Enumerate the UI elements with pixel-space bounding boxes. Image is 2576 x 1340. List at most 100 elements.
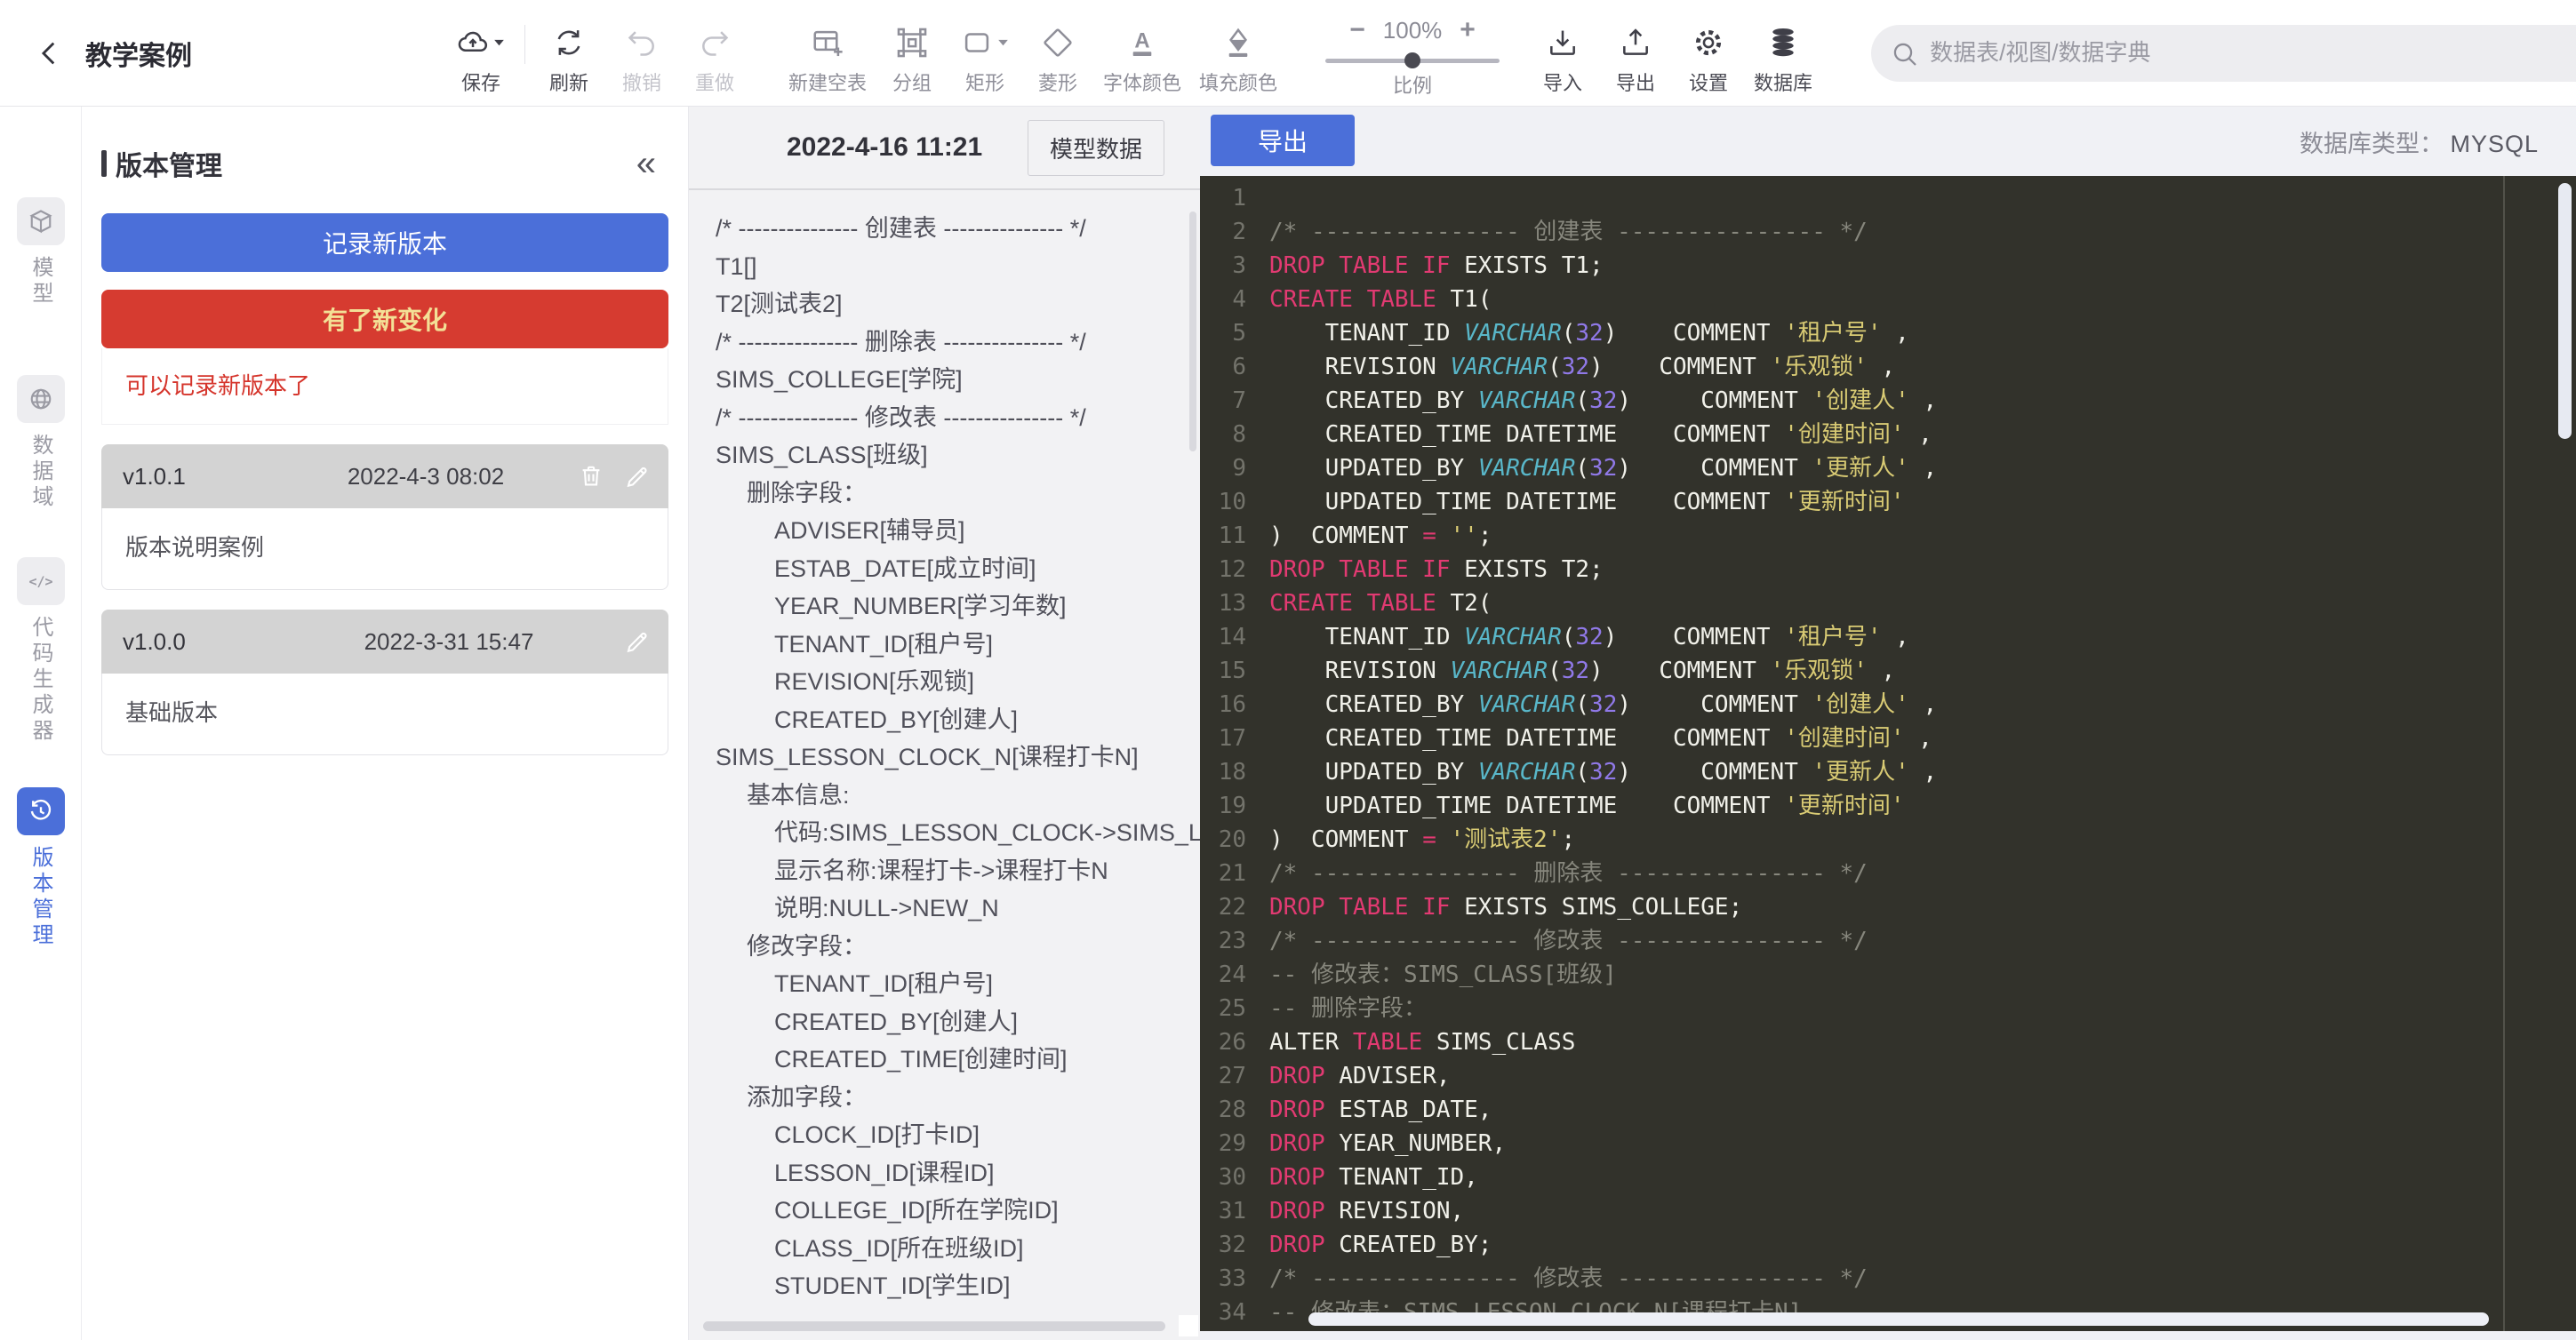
version-card-header[interactable]: v1.0.1 2022-4-3 08:02 [101,444,668,508]
toolbar-import-button[interactable]: 导入 [1535,11,1590,96]
code-token: REVISION [1269,658,1451,684]
code-line: 21 /* --------------- 删除表 --------------… [1200,857,2576,890]
diff-scrollbar-horizontal[interactable] [703,1321,1165,1331]
back-button[interactable] [30,34,69,73]
toolbar-save-button[interactable]: 保存 [453,11,508,96]
version-card: v1.0.1 2022-4-3 08:02 版本说明案例 [101,444,668,590]
code-token: ) COMMENT [1617,691,1812,718]
line-number: 10 [1200,485,1269,519]
code-token: 32 [1562,354,1589,380]
toolbar-redo-button[interactable]: 重做 [687,11,742,96]
edit-version-icon[interactable] [624,463,651,490]
toolbar-fill-color-label: 填充颜色 [1199,68,1277,96]
line-number: 26 [1200,1025,1269,1059]
line-number: 13 [1200,586,1269,620]
zoom-out-button[interactable]: − [1349,17,1365,44]
diff-line: CREATED_TIME[创建时间] [716,1041,1200,1079]
code-token: ( [1562,624,1576,650]
toolbar-rect-label: 矩形 [965,68,1004,96]
zoom-in-button[interactable]: + [1460,17,1476,44]
code-scrollbar-horizontal[interactable] [1308,1312,2489,1326]
toolbar-undo-button[interactable]: 撤销 [614,11,669,96]
sidebar-item-label: 代码生成器 [25,616,56,745]
code-token: ( [1548,658,1562,684]
code-token: 32 [1589,387,1617,414]
toolbar-database-button[interactable]: 数据库 [1754,11,1812,96]
diff-line: T2[测试表2] [716,285,1200,323]
line-number: 18 [1200,755,1269,789]
toolbar-settings-button[interactable]: 设置 [1681,11,1736,96]
code-line: 26 ALTER TABLE SIMS_CLASS [1200,1025,2576,1059]
line-number: 9 [1200,451,1269,485]
code-token: , [1909,387,1937,414]
diff-line: 说明:NULL->NEW_N [716,889,1200,928]
toolbar-font-color-button[interactable]: A 字体颜色 [1103,11,1181,96]
sidebar-item-version-management[interactable]: 版本管理 [17,787,65,949]
code-line: 20 ) COMMENT = '测试表2'; [1200,823,2576,857]
diff-line: 基本信息: [716,777,1200,815]
edit-version-icon[interactable] [624,628,651,655]
line-number: 6 [1200,350,1269,384]
toolbar-refresh-button[interactable]: 刷新 [541,11,596,96]
code-line: 18 UPDATED_BY VARCHAR(32) COMMENT '更新人' … [1200,755,2576,789]
code-token: '租户号' [1784,320,1881,347]
sidebar-item-model[interactable]: 模型 [17,197,65,307]
diff-scrollbar-vertical[interactable] [1189,211,1196,451]
toolbar-settings-label: 设置 [1689,68,1728,96]
code-line: 19 UPDATED_TIME DATETIME COMMENT '更新时间' [1200,789,2576,823]
zoom-slider[interactable] [1325,59,1500,63]
toolbar-new-table-label: 新建空表 [788,68,867,96]
toolbar-redo-label: 重做 [695,68,734,96]
code-token: ) COMMENT [1269,826,1422,853]
toolbar-export-label: 导出 [1616,68,1655,96]
code-token: '创建人' [1812,387,1909,414]
toolbar-export-button[interactable]: 导出 [1608,11,1663,96]
code-token: ALTER [1269,1029,1353,1056]
model-data-button[interactable]: 模型数据 [1028,120,1164,176]
toolbar-fill-color-button[interactable]: 填充颜色 [1199,11,1277,96]
collapse-panel-button[interactable]: « [636,146,668,181]
version-note: 基础版本 [101,674,668,755]
version-card-header[interactable]: v1.0.0 2022-3-31 15:47 [101,610,668,674]
code-token: CREATE TABLE [1269,286,1436,313]
diff-line: SIMS_LESSON_CLOCK_N[课程打卡N] [716,738,1200,777]
export-sql-button[interactable]: 导出 [1211,115,1355,166]
code-token: ) COMMENT [1617,759,1812,786]
left-rail: 模型 数据域 </> 代码生成器 版本管理 [0,107,82,1340]
code-scrollbar-vertical[interactable] [2558,183,2572,439]
line-number: 2 [1200,215,1269,249]
line-number: 19 [1200,789,1269,823]
code-line: 4 CREATE TABLE T1( [1200,283,2576,316]
zoom-slider-handle[interactable] [1404,52,1420,68]
toolbar-diamond-button[interactable]: 菱形 [1030,11,1085,96]
chevron-down-icon[interactable] [996,35,1011,50]
code-panel-footer [1200,1331,2576,1340]
record-version-button[interactable]: 记录新版本 [101,213,668,272]
code-token: '' [1451,522,1478,549]
code-token: /* --------------- 修改表 --------------- *… [1269,928,1868,954]
line-number: 23 [1200,924,1269,958]
code-line: 14 TENANT_ID VARCHAR(32) COMMENT '租户号' , [1200,620,2576,654]
delete-version-icon[interactable] [578,463,604,490]
search-input[interactable] [1871,25,2576,82]
code-token: ( [1562,320,1576,347]
code-token: , [1909,691,1937,718]
code-token: ( [1575,691,1589,718]
globe-icon [28,386,54,412]
code-token: YEAR_NUMBER, [1325,1130,1507,1157]
code-token: DROP TABLE IF [1269,556,1451,583]
sidebar-item-code-generator[interactable]: </> 代码生成器 [17,557,65,745]
sidebar-item-data-domain[interactable]: 数据域 [17,375,65,511]
toolbar-group-button[interactable]: 分组 [884,11,940,96]
line-number: 20 [1200,823,1269,857]
line-number: 12 [1200,553,1269,586]
toolbar-rect-button[interactable]: 矩形 [957,11,1012,96]
code-line: 22 DROP TABLE IF EXISTS SIMS_COLLEGE; [1200,890,2576,924]
chevron-down-icon[interactable] [492,35,507,50]
new-changes-button[interactable]: 有了新变化 [101,290,668,348]
toolbar-new-table-button[interactable]: 新建空表 [788,11,867,96]
code-token: ) COMMENT [1617,387,1812,414]
code-token: EXISTS T2; [1451,556,1604,583]
diff-line: REVISION[乐观锁] [716,663,1200,701]
code-icon: </> [28,568,54,594]
